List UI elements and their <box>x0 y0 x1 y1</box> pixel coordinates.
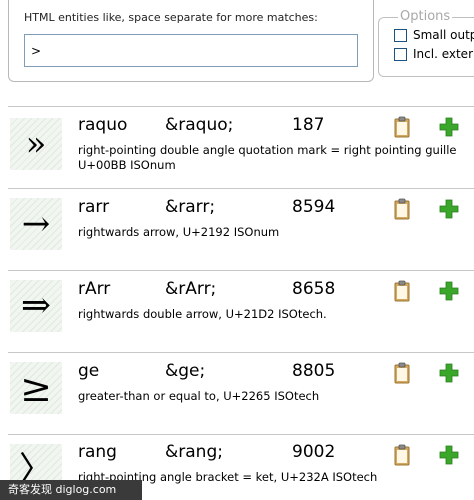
entity-number: 8658 <box>292 279 336 299</box>
entity-code: &raquo; <box>165 115 234 135</box>
row-divider <box>8 352 474 353</box>
entity-description: rightwards double arrow, U+21D2 ISOtech. <box>78 307 327 321</box>
glyph-char: » <box>25 124 47 164</box>
row-divider <box>8 434 474 435</box>
entity-name: rArr <box>78 279 111 299</box>
entity-description: rightwards arrow, U+2192 ISOnum <box>78 225 280 239</box>
results-list: » raquo &raquo; 187 right-pointing doubl… <box>0 0 474 500</box>
clipboard-icon[interactable] <box>392 362 412 384</box>
clipboard-icon[interactable] <box>392 198 412 220</box>
watermark: 奇客发现 diglog.com <box>0 480 142 500</box>
plus-icon[interactable] <box>439 117 459 137</box>
entity-code: &rarr; <box>165 197 216 217</box>
glyph-preview-raquo: » <box>10 118 62 170</box>
entity-code: &rArr; <box>165 279 217 299</box>
glyph-char: ⇒ <box>20 285 52 326</box>
entity-description: greater-than or equal to, U+2265 ISOtech <box>78 389 320 403</box>
plus-icon[interactable] <box>439 363 459 383</box>
clipboard-icon[interactable] <box>392 280 412 302</box>
row-divider <box>8 106 474 107</box>
glyph-char: ≥ <box>20 366 52 410</box>
row-divider <box>8 188 474 189</box>
clipboard-icon[interactable] <box>392 444 412 466</box>
entity-name: rang <box>78 442 117 462</box>
glyph-char: → <box>21 204 51 244</box>
entity-name: raquo <box>78 115 128 135</box>
plus-icon[interactable] <box>439 445 459 465</box>
entity-number: 8805 <box>292 361 336 381</box>
plus-icon[interactable] <box>439 281 459 301</box>
entity-name: rarr <box>78 197 110 217</box>
glyph-preview-rarr: → <box>10 198 62 250</box>
plus-icon[interactable] <box>439 199 459 219</box>
entity-name: ge <box>78 361 100 381</box>
entity-number: 187 <box>292 115 325 135</box>
row-divider <box>8 270 474 271</box>
entity-number: 9002 <box>292 442 336 462</box>
entity-description: right-pointing double angle quotation ma… <box>78 143 457 157</box>
glyph-preview-ge: ≥ <box>10 362 62 414</box>
glyph-preview-rArr: ⇒ <box>10 280 62 332</box>
entity-number: 8594 <box>292 197 336 217</box>
entity-description-line2: U+00BB ISOnum <box>78 158 176 172</box>
clipboard-icon[interactable] <box>392 116 412 138</box>
entity-code: &ge; <box>165 361 206 381</box>
entity-code: &rang; <box>165 442 223 462</box>
